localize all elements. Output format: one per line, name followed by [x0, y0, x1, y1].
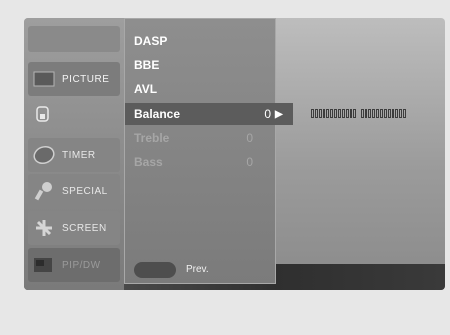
audio-menu: DASP BBE AVL Balance 0 ▶ Treble 0 Bass 0 [124, 18, 293, 284]
menu-item-balance[interactable]: Balance 0 ▶ [125, 103, 293, 125]
balance-tick [383, 109, 387, 118]
balance-tick [311, 109, 314, 118]
side-item-picture[interactable]: PICTURE [28, 62, 120, 96]
screen-icon [30, 214, 58, 242]
balance-tick [322, 109, 326, 118]
balance-tick [399, 109, 403, 118]
menu-item-label: Treble [134, 131, 170, 145]
balance-slider[interactable] [311, 109, 407, 118]
side-menu-header [28, 26, 120, 52]
balance-tick [345, 109, 349, 118]
menu-item-label: Bass [134, 155, 163, 169]
balance-tick [326, 109, 330, 118]
side-item-timer[interactable]: TIMER [28, 138, 120, 172]
prev-button[interactable] [134, 262, 176, 278]
menu-item-avl[interactable]: AVL [125, 78, 275, 100]
side-item-label: PICTURE [62, 73, 110, 85]
balance-tick [360, 109, 364, 118]
side-item-label: TIMER [62, 149, 96, 161]
menu-item-bass[interactable]: Bass 0 [125, 151, 275, 173]
balance-tick [341, 109, 345, 118]
menu-item-treble[interactable]: Treble 0 [125, 127, 275, 149]
menu-item-dasp[interactable]: DASP [125, 30, 275, 52]
balance-tick [330, 109, 334, 118]
balance-tick [334, 109, 338, 118]
side-item-label: PIP/DW [62, 259, 101, 271]
balance-tick [368, 109, 372, 118]
side-item-pip-dw[interactable]: PIP/DW [28, 248, 120, 282]
menu-item-label: AVL [134, 82, 158, 96]
balance-tick [314, 109, 318, 118]
menu-item-label: BBE [134, 58, 160, 72]
side-item-label: SPECIAL [62, 185, 108, 197]
balance-tick [387, 109, 391, 118]
menu-item-label: DASP [134, 34, 168, 48]
menu-item-value: 0 [246, 131, 253, 145]
balance-tick [338, 109, 341, 118]
tv-osd-screen: PICTURE TIMER SPECIAL SCREEN PIP/DW DASP… [24, 18, 445, 290]
balance-tick [391, 109, 395, 118]
special-icon [30, 177, 58, 205]
side-item-audio[interactable] [28, 100, 120, 128]
pip-icon [30, 251, 58, 279]
balance-tick [353, 109, 357, 118]
balance-tick [349, 109, 353, 118]
balance-tick [318, 109, 322, 118]
menu-item-value: 0 [264, 107, 271, 121]
menu-item-value: 0 [246, 155, 253, 169]
prev-label: Prev. [186, 264, 209, 275]
audio-icon [30, 100, 58, 128]
balance-tick [364, 109, 368, 118]
timer-icon [30, 141, 58, 169]
right-arrow-icon: ▶ [275, 108, 283, 120]
balance-tick [380, 109, 383, 118]
picture-icon [30, 65, 58, 93]
side-item-screen[interactable]: SCREEN [28, 211, 120, 245]
side-menu: PICTURE TIMER SPECIAL SCREEN PIP/DW [24, 18, 124, 290]
balance-tick [395, 109, 399, 118]
menu-item-label: Balance [134, 107, 181, 121]
side-item-special[interactable]: SPECIAL [28, 174, 120, 208]
balance-tick [376, 109, 380, 118]
balance-tick [403, 109, 407, 118]
balance-tick [372, 109, 376, 118]
side-item-label: SCREEN [62, 222, 107, 234]
menu-item-bbe[interactable]: BBE [125, 54, 275, 76]
